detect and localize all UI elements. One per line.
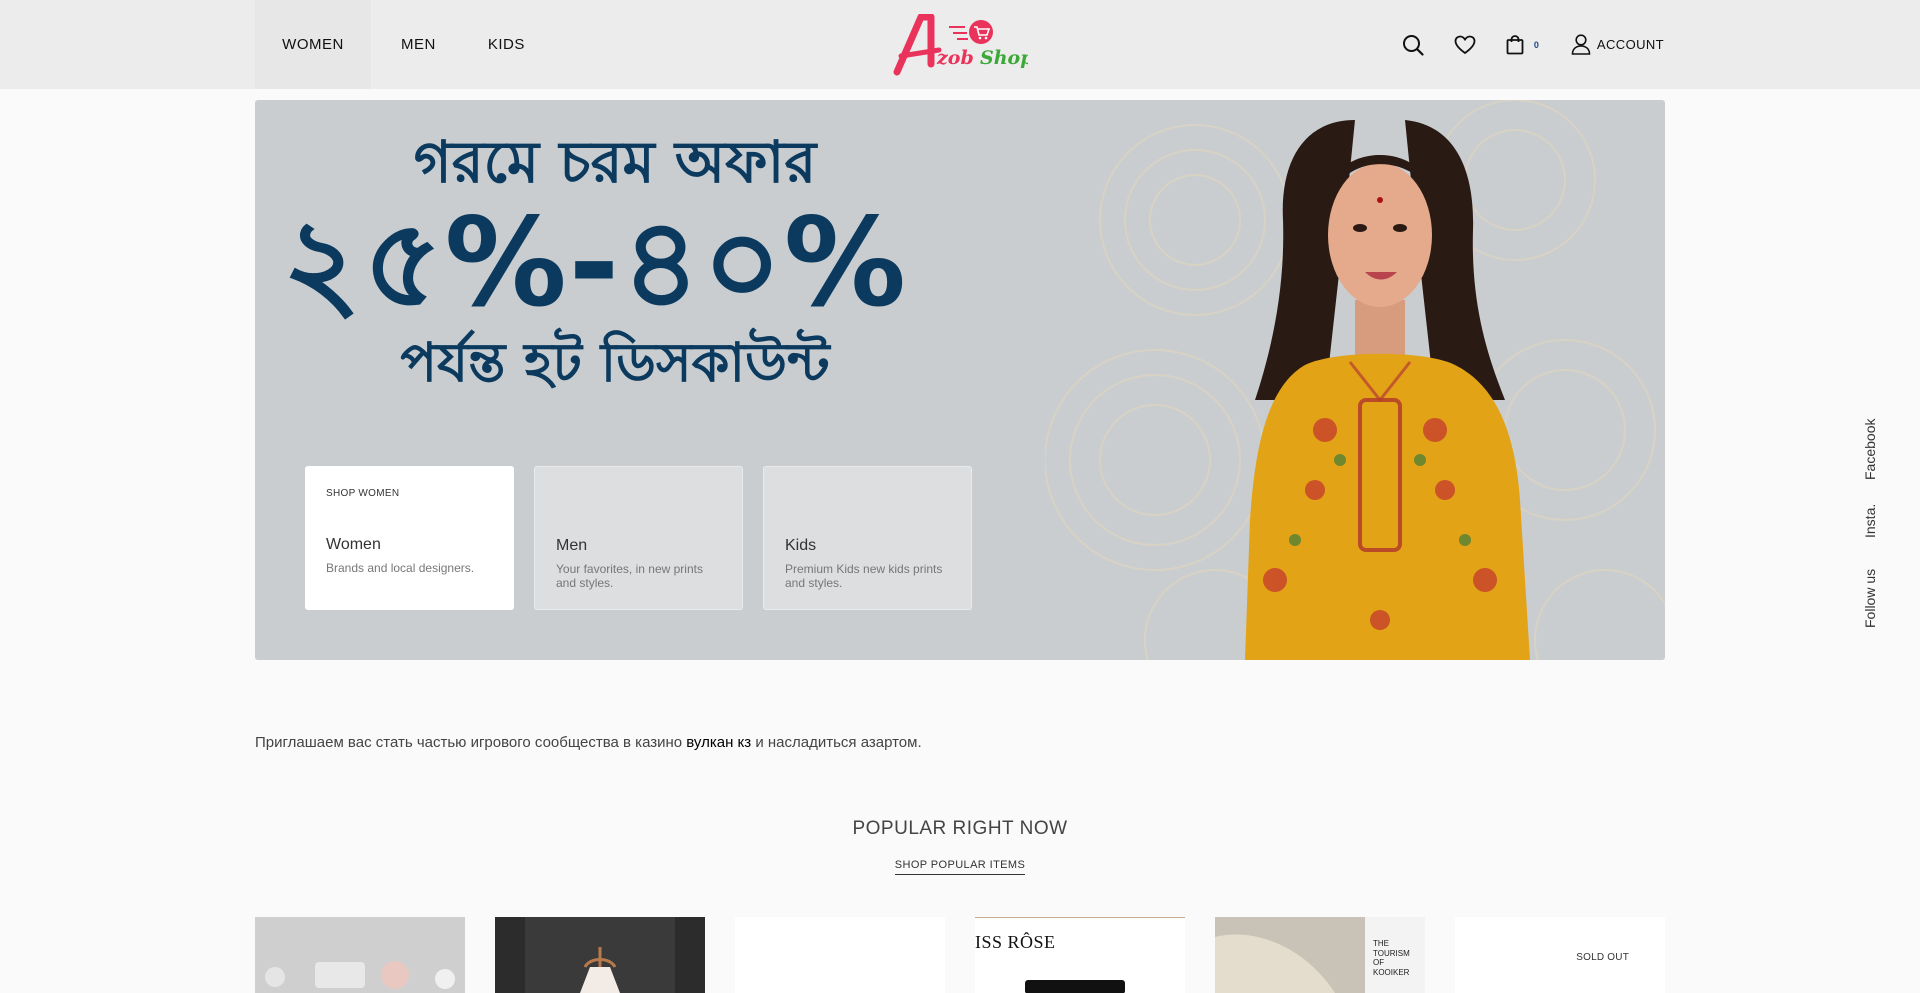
card-kicker: SHOP WOMEN [326, 488, 400, 499]
product-card[interactable] [255, 917, 465, 993]
social-insta[interactable]: Insta. [1862, 504, 1878, 538]
headline-discount: ২৫%-৪০% [281, 191, 909, 334]
product-image [495, 917, 705, 993]
main-nav: WOMEN MEN KIDS [255, 0, 525, 89]
nav-kids[interactable]: KIDS [488, 0, 525, 89]
promo-text: Приглашаем вас стать частью игрового соо… [255, 734, 922, 751]
nav-women[interactable]: WOMEN [255, 0, 371, 89]
svg-text:Shop: Shop [980, 47, 1028, 69]
card-title: Kids [785, 537, 817, 554]
product-image [255, 917, 465, 993]
account-label: ACCOUNT [1596, 37, 1664, 52]
product-card[interactable] [735, 917, 945, 993]
sold-out-badge: SOLD OUT [1576, 952, 1629, 963]
site-header: WOMEN MEN KIDS zob Shop 0 [0, 0, 1920, 89]
product-card[interactable]: THE TOURISM OF KOOIKER [1215, 917, 1425, 993]
promo-text-after: и насладиться азартом. [751, 734, 922, 751]
card-description: Premium Kids new kids prints and styles. [785, 562, 943, 590]
social-links: Facebook Insta. Follow us [1862, 400, 1892, 640]
user-icon [1571, 34, 1591, 55]
promo-link[interactable]: вулкан кз [686, 734, 751, 751]
product-image [1025, 980, 1125, 993]
card-title: Women [326, 536, 381, 553]
shop-popular-link[interactable]: SHOP POPULAR ITEMS [894, 859, 1026, 875]
card-title: Men [556, 537, 588, 554]
product-brand-text: ISS RÔSE [975, 932, 1056, 952]
category-card-kids[interactable]: Kids Premium Kids new kids prints and st… [763, 466, 972, 610]
social-follow-label: Follow us [1862, 568, 1878, 628]
book-cover-text: THE TOURISM OF KOOIKER [1373, 939, 1410, 977]
product-card[interactable]: ISS RÔSE [975, 917, 1185, 993]
product-card[interactable]: SOLD OUT [1455, 917, 1665, 993]
promo-text-before: Приглашаем вас стать частью игрового соо… [255, 734, 687, 751]
hero-model-image [1245, 120, 1530, 660]
category-cards: SHOP WOMEN Women Brands and local design… [305, 466, 992, 610]
popular-shop-link-wrap: SHOP POPULAR ITEMS [0, 859, 1920, 875]
headline-line-1: গরমে চরম অফার [413, 128, 817, 196]
header-actions: 0 ACCOUNT [1402, 0, 1664, 89]
product-card[interactable] [495, 917, 705, 993]
svg-text:zob: zob [936, 47, 974, 69]
category-card-women[interactable]: SHOP WOMEN Women Brands and local design… [305, 466, 514, 610]
category-card-men[interactable]: Men Your favorites, in new prints and st… [534, 466, 743, 610]
site-logo[interactable]: zob Shop [893, 13, 1034, 76]
popular-section-title: POPULAR RIGHT NOW [852, 818, 1068, 839]
cart-count-badge: 0 [1533, 39, 1539, 50]
card-kicker [785, 489, 950, 503]
card-description: Brands and local designers. [326, 561, 475, 575]
social-facebook[interactable]: Facebook [1862, 419, 1878, 480]
headline-line-3: পর্যন্ত হট ডিসকাউন্ট [400, 331, 830, 395]
product-image [735, 917, 945, 993]
heart-icon[interactable] [1454, 35, 1476, 55]
cart-icon[interactable]: 0 [1506, 34, 1539, 55]
hero-banner[interactable]: গরমে চরম অফার ২৫%-৪০% পর্যন্ত হট ডিসকাউন… [255, 100, 1665, 660]
card-description: Your favorites, in new prints and styles… [556, 562, 703, 590]
nav-men[interactable]: MEN [401, 0, 436, 89]
product-grid: ISS RÔSE THE TOURISM OF KOOIKER SOLD OUT [255, 917, 1695, 993]
hero-headline: গরমে চরম অফার ২৫%-৪০% পর্যন্ত হট ডিসকাউন… [275, 128, 915, 397]
logo-mark: zob Shop [893, 13, 1034, 76]
account-link[interactable]: ACCOUNT [1571, 34, 1664, 55]
search-icon[interactable] [1402, 34, 1424, 56]
card-kicker [556, 489, 721, 503]
